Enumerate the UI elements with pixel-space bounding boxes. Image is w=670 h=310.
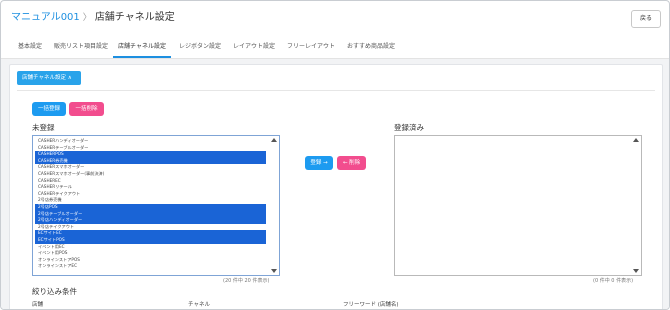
list-option[interactable]: CASHERハンディオーダー <box>35 138 266 145</box>
registered-count-note: (0 件中 0 件表示) <box>593 278 634 284</box>
tab-free-layout[interactable]: フリーレイアウト <box>282 37 340 58</box>
list-option[interactable]: CASHERPOS <box>35 151 266 158</box>
list-option[interactable]: イベント用POS <box>35 250 266 257</box>
list-option[interactable]: CASHERテーブルオーダー <box>35 145 266 152</box>
back-button[interactable]: 戻る <box>631 10 661 28</box>
list-option[interactable]: 2号店POS <box>35 204 266 211</box>
delete-move-button[interactable]: ← 削除 <box>337 156 366 170</box>
list-option[interactable]: オンラインストアPOS <box>35 257 266 264</box>
section-divider <box>17 90 655 91</box>
scroll-down-arrow-icon[interactable] <box>270 269 278 273</box>
list-option[interactable]: 2号店テイクアウト <box>35 224 266 231</box>
chevron-right-icon: 〉 <box>82 13 92 23</box>
tab-register-buttons[interactable]: レジボタン設定 <box>174 37 226 58</box>
tab-layout[interactable]: レイアウト設定 <box>228 37 280 58</box>
filter-title: 絞り込み条件 <box>32 287 77 296</box>
register-move-button[interactable]: 登録 → <box>305 156 333 170</box>
filter-store-label: 店舗 <box>32 302 44 308</box>
tab-recommended-products[interactable]: おすすめ商品設定 <box>342 37 400 58</box>
list-option[interactable]: 2号店券売機 <box>35 197 266 204</box>
unregistered-listbox[interactable]: CASHERハンディオーダー CASHERテーブルオーダー CASHERPOS CAS… <box>32 135 280 276</box>
list-option[interactable]: CASHEREC <box>35 178 266 185</box>
registered-title: 登録済み <box>394 123 424 132</box>
list-option[interactable]: ECサイトEC <box>35 230 266 237</box>
list-option[interactable]: イベント用EC <box>35 244 266 251</box>
unregistered-title: 未登録 <box>32 123 55 132</box>
filter-channel-label: チャネル <box>188 302 210 308</box>
list-option[interactable]: CASHERリテール <box>35 184 266 191</box>
list-option[interactable]: 2号店ハンディオーダー <box>35 217 266 224</box>
app-window: マニュアル001 〉店舗チャネル設定 戻る 基本設定 販売リスト項目設定 店舗チャ… <box>0 0 670 310</box>
scroll-down-arrow-icon[interactable] <box>632 269 640 273</box>
filter-freeword-label: フリーワード (店舗名) <box>343 302 399 308</box>
list-option[interactable]: ECサイトPOS <box>35 237 266 244</box>
unregistered-count-note: (20 件中 20 件表示) <box>223 278 270 284</box>
list-option[interactable]: CASHERスマホオーダー <box>35 164 266 171</box>
tab-basic-settings[interactable]: 基本設定 <box>13 37 47 58</box>
tab-store-channel[interactable]: 店舗チャネル設定 <box>113 37 171 58</box>
store-channel-section-toggle[interactable]: 店舗チャネル設定 ∧ <box>17 71 81 85</box>
registered-listbox[interactable] <box>394 135 642 276</box>
breadcrumb-parent-link[interactable]: マニュアル001 <box>11 12 80 23</box>
list-option[interactable]: オンラインストアEC <box>35 263 266 270</box>
list-option[interactable]: CASHERテイクアウト <box>35 191 266 198</box>
page-header: マニュアル001 〉店舗チャネル設定 戻る <box>1 1 669 35</box>
list-option[interactable]: CASHERスマホオーダー(事前決済) <box>35 171 266 178</box>
tab-bar: 基本設定 販売リスト項目設定 店舗チャネル設定 レジボタン設定 レイアウト設定 … <box>1 37 669 59</box>
scroll-up-arrow-icon[interactable] <box>270 138 278 142</box>
page-title: 店舗チャネル設定 <box>94 12 175 23</box>
breadcrumb: マニュアル001 〉店舗チャネル設定 <box>11 11 175 25</box>
scroll-up-arrow-icon[interactable] <box>632 138 640 142</box>
bulk-delete-button[interactable]: 一括削除 <box>69 102 104 116</box>
tab-sales-list-items[interactable]: 販売リスト項目設定 <box>49 37 113 58</box>
bulk-register-button[interactable]: 一括登録 <box>32 102 66 116</box>
